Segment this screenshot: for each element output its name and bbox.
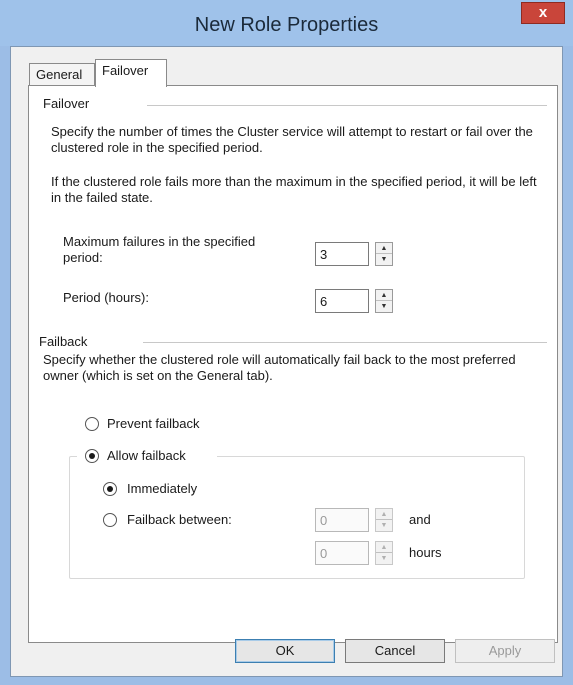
period-spinner[interactable]: ▲ ▼ (375, 289, 393, 313)
spin-up-icon[interactable]: ▲ (376, 542, 392, 553)
spin-down-icon[interactable]: ▼ (376, 520, 392, 531)
failback-between-radio[interactable] (103, 513, 117, 527)
prevent-failback-label[interactable]: Prevent failback (107, 416, 200, 431)
allow-failback-label[interactable]: Allow failback (107, 448, 186, 463)
failover-description: Specify the number of times the Cluster … (51, 124, 533, 155)
cancel-button[interactable]: Cancel (345, 639, 445, 663)
spin-down-icon[interactable]: ▼ (376, 301, 392, 312)
hours-label: hours (409, 545, 442, 560)
max-failures-label: Maximum failures in the specified period… (63, 234, 256, 265)
failback-description: Specify whether the clustered role will … (43, 352, 516, 383)
title-bar: New Role Properties x (0, 0, 573, 46)
failback-start-spinner[interactable]: ▲ ▼ (375, 508, 393, 532)
tab-general[interactable]: General (29, 63, 95, 86)
failback-end-spinner[interactable]: ▲ ▼ (375, 541, 393, 565)
failback-start-input[interactable]: 0 (315, 508, 369, 532)
close-button[interactable]: x (521, 2, 565, 24)
apply-button[interactable]: Apply (455, 639, 555, 663)
failover-note: If the clustered role fails more than th… (51, 174, 537, 205)
allow-failback-radio[interactable] (85, 449, 99, 463)
max-failures-spinner[interactable]: ▲ ▼ (375, 242, 393, 266)
failover-group-divider (147, 105, 547, 106)
period-input[interactable]: 6 (315, 289, 369, 313)
window-title: New Role Properties (194, 14, 379, 36)
spin-down-icon[interactable]: ▼ (376, 553, 392, 564)
dialog-body: General Failover Failover Specify the nu… (10, 46, 563, 677)
period-label: Period (hours): (63, 290, 149, 305)
spin-up-icon[interactable]: ▲ (376, 290, 392, 301)
tab-failover[interactable]: Failover (95, 59, 167, 87)
prevent-failback-radio[interactable] (85, 417, 99, 431)
spin-up-icon[interactable]: ▲ (376, 509, 392, 520)
spin-down-icon[interactable]: ▼ (376, 254, 392, 265)
failover-group-title: Failover (43, 96, 90, 111)
immediately-radio[interactable] (103, 482, 117, 496)
and-label: and (409, 512, 431, 527)
failback-end-input[interactable]: 0 (315, 541, 369, 565)
ok-button[interactable]: OK (235, 639, 335, 663)
failback-group-title: Failback (39, 334, 88, 349)
failback-group-divider (143, 342, 547, 343)
spin-up-icon[interactable]: ▲ (376, 243, 392, 254)
failback-between-label[interactable]: Failback between: (127, 512, 232, 527)
immediately-label[interactable]: Immediately (127, 481, 197, 496)
failover-tab-panel: Failover Specify the number of times the… (28, 85, 558, 643)
max-failures-input[interactable]: 3 (315, 242, 369, 266)
